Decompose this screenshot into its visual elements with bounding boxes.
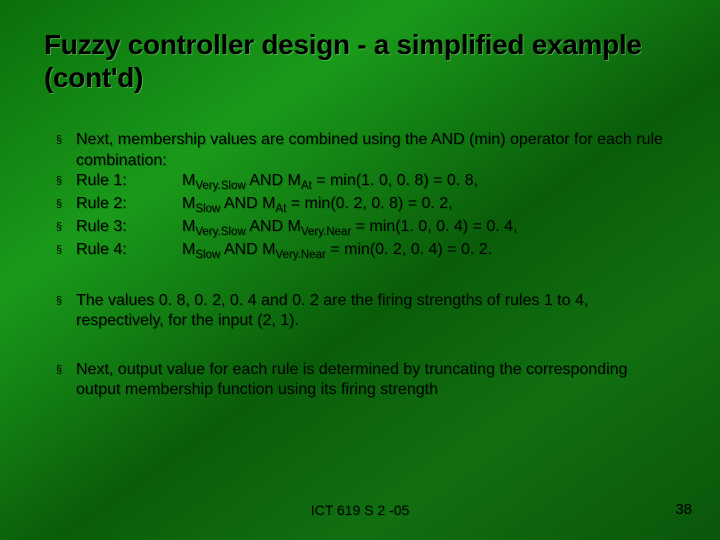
subscript: Very.Slow bbox=[195, 180, 245, 192]
rule-expression: MSlow AND MVery.Near = min(0. 2, 0. 4) =… bbox=[182, 240, 676, 263]
subscript: Very.Near bbox=[275, 249, 325, 261]
block-rules: § Next, membership values are combined u… bbox=[56, 130, 676, 263]
footer-page-number: 38 bbox=[675, 501, 692, 518]
bullet-intro: § Next, membership values are combined u… bbox=[56, 130, 676, 171]
bullet-icon: § bbox=[56, 217, 76, 234]
subscript: Very.Slow bbox=[195, 226, 245, 238]
and-op: AND bbox=[246, 172, 288, 189]
bullet-icon: § bbox=[56, 240, 76, 257]
bullet-icon: § bbox=[56, 171, 76, 188]
slide-title: Fuzzy controller design - a simplified e… bbox=[44, 28, 676, 94]
bullet-text: Next, output value for each rule is dete… bbox=[76, 360, 676, 401]
and-op: AND bbox=[220, 195, 262, 212]
bullet-icon: § bbox=[56, 130, 76, 147]
bullet-rule-2: § Rule 2: MSlow AND MAt = min(0. 2, 0. 8… bbox=[56, 194, 676, 217]
footer-course-code: ICT 619 S 2 -05 bbox=[0, 502, 720, 518]
bullet-text: Next, membership values are combined usi… bbox=[76, 130, 676, 171]
bullet-firing: § The values 0. 8, 0. 2, 0. 4 and 0. 2 a… bbox=[56, 291, 676, 332]
bullet-icon: § bbox=[56, 194, 76, 211]
rule-result: = min(0. 2, 0. 4) = 0. 2. bbox=[326, 241, 492, 258]
subscript: Very.Near bbox=[301, 226, 351, 238]
bullet-output: § Next, output value for each rule is de… bbox=[56, 360, 676, 401]
bullet-rule-4: § Rule 4: MSlow AND MVery.Near = min(0. … bbox=[56, 240, 676, 263]
rule-label: Rule 1: bbox=[76, 171, 182, 194]
rule-expression: MVery.Slow AND MAt = min(1. 0, 0. 8) = 0… bbox=[182, 171, 676, 194]
slide-body: § Next, membership values are combined u… bbox=[44, 130, 676, 401]
rule-expression: MVery.Slow AND MVery.Near = min(1. 0, 0.… bbox=[182, 217, 676, 240]
bullet-rule-1: § Rule 1: MVery.Slow AND MAt = min(1. 0,… bbox=[56, 171, 676, 194]
subscript: Slow bbox=[195, 203, 220, 215]
subscript: Slow bbox=[195, 249, 220, 261]
bullet-icon: § bbox=[56, 291, 76, 308]
subscript: At bbox=[301, 180, 312, 192]
rule-result: = min(1. 0, 0. 8) = 0. 8, bbox=[312, 172, 478, 189]
rule-result: = min(1. 0, 0. 4) = 0. 4, bbox=[351, 218, 517, 235]
rule-label: Rule 3: bbox=[76, 217, 182, 240]
rule-result: = min(0. 2, 0. 8) = 0. 2, bbox=[286, 195, 452, 212]
and-op: AND bbox=[220, 241, 262, 258]
block-output: § Next, output value for each rule is de… bbox=[56, 360, 676, 401]
slide: Fuzzy controller design - a simplified e… bbox=[0, 0, 720, 540]
bullet-text: The values 0. 8, 0. 2, 0. 4 and 0. 2 are… bbox=[76, 291, 676, 332]
block-firing: § The values 0. 8, 0. 2, 0. 4 and 0. 2 a… bbox=[56, 291, 676, 332]
rule-label: Rule 4: bbox=[76, 240, 182, 263]
and-op: AND bbox=[246, 218, 288, 235]
rule-expression: MSlow AND MAt = min(0. 2, 0. 8) = 0. 2, bbox=[182, 194, 676, 217]
bullet-rule-3: § Rule 3: MVery.Slow AND MVery.Near = mi… bbox=[56, 217, 676, 240]
rule-label: Rule 2: bbox=[76, 194, 182, 217]
bullet-icon: § bbox=[56, 360, 76, 377]
subscript: At bbox=[275, 203, 286, 215]
